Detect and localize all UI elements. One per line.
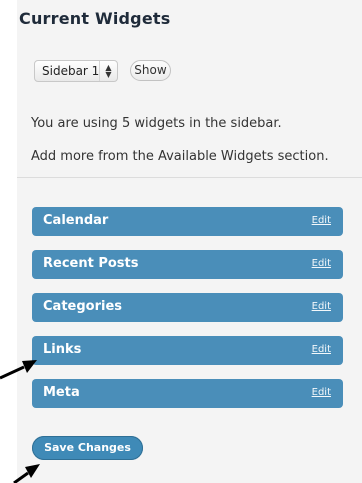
arrow-pointer-icon [13,464,40,483]
annotation-arrows [0,360,40,483]
arrow-pointer-icon [0,360,37,380]
